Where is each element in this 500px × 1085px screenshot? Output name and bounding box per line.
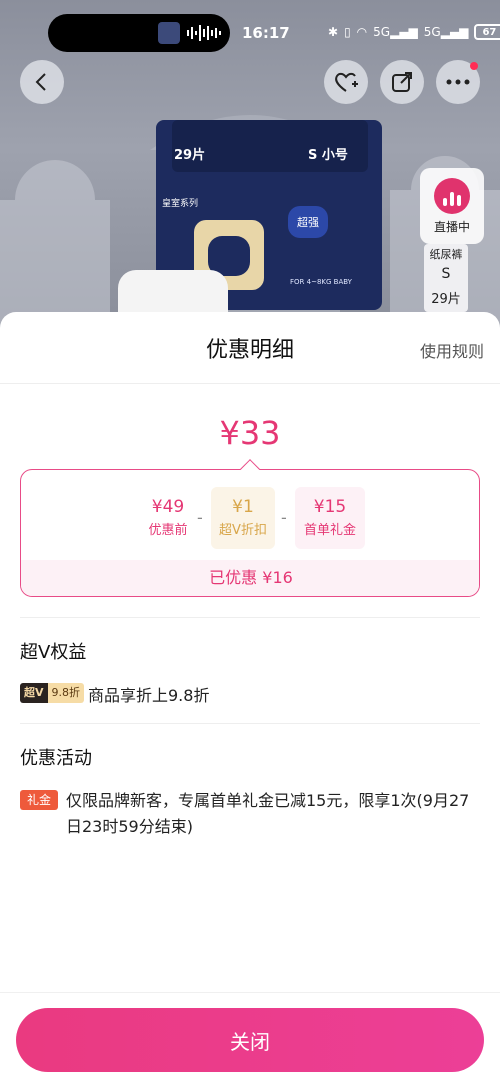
favorite-button[interactable] bbox=[324, 60, 368, 104]
gift-tag: 礼金 bbox=[20, 790, 58, 810]
bluetooth-icon: ✱ bbox=[328, 25, 339, 39]
total-saved: 已优惠 ¥16 bbox=[21, 560, 479, 596]
original-price-value: ¥49 bbox=[151, 497, 185, 517]
promo-description: 仅限品牌新客，专属首单礼金已减15元，限享1次(9月27日23时59分结束) bbox=[66, 791, 470, 836]
battery-icon: 67 bbox=[474, 24, 500, 40]
spec-card: 纸尿裤 S 29片 bbox=[424, 244, 468, 312]
live-bars-icon bbox=[434, 178, 470, 214]
minus-sign: - bbox=[197, 508, 203, 527]
bag-strong-badge: 超强 bbox=[288, 206, 328, 238]
svip-tag-main: 超V bbox=[20, 683, 48, 703]
svip-discount-value: ¥1 bbox=[232, 497, 254, 517]
signal-icon-1: 5G▂▄▆ bbox=[373, 25, 418, 39]
chevron-left-icon bbox=[35, 73, 46, 91]
spec-count: 29片 bbox=[431, 292, 461, 307]
music-cover-icon bbox=[158, 22, 180, 44]
final-price: ¥33 bbox=[219, 414, 281, 452]
discount-detail-sheet: 优惠明细 使用规则 ¥33 ¥49 优惠前 - ¥1 超V折扣 - ¥15 首单… bbox=[0, 312, 500, 1085]
header-divider bbox=[0, 383, 500, 384]
section-divider bbox=[20, 617, 480, 618]
bag-size-label: S 小号 bbox=[308, 148, 348, 163]
share-button[interactable] bbox=[380, 60, 424, 104]
original-price-label: 优惠前 bbox=[148, 523, 188, 538]
bag-baby-label: FOR 4~8KG BABY bbox=[290, 278, 352, 286]
svip-discount-item: ¥1 超V折扣 bbox=[211, 487, 275, 549]
status-bar: 16:17 ✱ ▯ ◠ 5G▂▄▆ 5G▂▄▆ 67 bbox=[0, 0, 500, 66]
heart-add-icon bbox=[335, 72, 358, 92]
first-order-gift-label: 首单礼金 bbox=[303, 523, 356, 538]
section-divider bbox=[20, 723, 480, 724]
more-dots-icon bbox=[446, 79, 470, 85]
more-button[interactable] bbox=[436, 60, 480, 104]
minus-sign: - bbox=[281, 508, 287, 527]
original-price-item: ¥49 优惠前 bbox=[136, 487, 200, 549]
promo-section-title: 优惠活动 bbox=[20, 748, 92, 769]
bag-series-label: 皇室系列 bbox=[162, 199, 199, 209]
svip-discount-tag: 超V 9.8折 bbox=[20, 683, 85, 703]
back-button[interactable] bbox=[20, 60, 64, 104]
bag-count-label: 29片 bbox=[174, 148, 206, 163]
audio-wave-icon bbox=[187, 25, 221, 41]
clock: 16:17 bbox=[242, 24, 290, 42]
first-order-gift-value: ¥15 bbox=[313, 497, 347, 517]
system-icons: ✱ ▯ ◠ 5G▂▄▆ 5G▂▄▆ 67 bbox=[328, 22, 500, 42]
spec-type: 纸尿裤 bbox=[429, 248, 463, 261]
product-image-area: 16:17 ✱ ▯ ◠ 5G▂▄▆ 5G▂▄▆ 67 29片 S 小号 皇室系列… bbox=[0, 0, 500, 330]
footer-divider bbox=[0, 992, 500, 993]
svip-section-title: 超V权益 bbox=[20, 642, 87, 663]
svip-description: 商品享折上9.8折 bbox=[88, 686, 210, 705]
price-calculation-box: ¥49 优惠前 - ¥1 超V折扣 - ¥15 首单礼金 已优惠 ¥16 bbox=[20, 469, 480, 597]
notification-dot bbox=[470, 62, 478, 70]
svip-discount-label: 超V折扣 bbox=[219, 523, 267, 538]
spec-size: S bbox=[441, 266, 451, 282]
live-badge[interactable]: 直播中 bbox=[420, 168, 484, 244]
close-button[interactable]: 关闭 bbox=[16, 1008, 484, 1072]
signal-icon-2: 5G▂▄▆ bbox=[423, 25, 469, 39]
diaper-sample bbox=[118, 270, 228, 314]
share-icon bbox=[392, 72, 412, 92]
dynamic-island bbox=[48, 14, 230, 52]
usage-rules-link[interactable]: 使用规则 bbox=[420, 338, 484, 362]
wifi-icon: ◠ bbox=[356, 25, 368, 39]
vibrate-icon: ▯ bbox=[344, 25, 351, 39]
first-order-gift-item: ¥15 首单礼金 bbox=[295, 487, 365, 549]
svip-tag-discount: 9.8折 bbox=[47, 683, 85, 703]
live-label: 直播中 bbox=[433, 220, 470, 234]
